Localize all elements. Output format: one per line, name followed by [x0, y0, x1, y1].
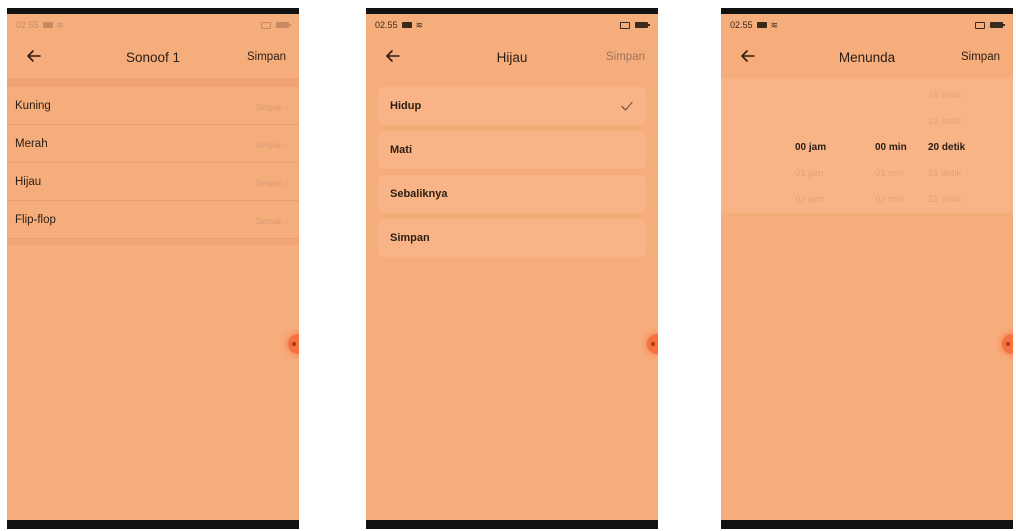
option-list: Hidup Mati Sebaliknya Simpan — [378, 87, 646, 263]
save-button[interactable]: Simpan — [247, 51, 286, 63]
row-value: Simpan — [255, 216, 283, 226]
chevron-right-icon: › — [285, 177, 288, 188]
option-simpan[interactable]: Simpan — [378, 219, 646, 257]
picker-item[interactable]: 01 jam — [795, 168, 824, 179]
list-footer-divider — [7, 239, 299, 245]
status-bar: 02.55 ≋ — [7, 14, 299, 36]
status-time: 02.55 — [16, 20, 39, 30]
picker-item[interactable]: 18 detik — [928, 90, 961, 101]
row-label: Merah — [15, 137, 48, 150]
battery-icon — [635, 22, 650, 28]
screen-sonoff-channels: 02.55 ≋ Sonoof 1 Simpan Kuning Simpan › M… — [7, 8, 299, 529]
cast-icon — [975, 21, 985, 29]
list-item-kuning[interactable]: Kuning Simpan › — [7, 87, 299, 125]
row-value: Simpan — [255, 140, 283, 150]
header: Sonoof 1 Simpan — [7, 36, 299, 78]
arrow-left-icon[interactable] — [383, 46, 403, 66]
row-label: Hijau — [15, 175, 42, 188]
option-label: Simpan — [390, 232, 430, 244]
option-sebaliknya[interactable]: Sebaliknya — [378, 175, 646, 213]
option-label: Mati — [390, 144, 412, 156]
header: Menunda Simpan — [721, 36, 1013, 78]
time-picker: 00 jam 01 jam 02 jam 00 min 01 min 02 mi… — [721, 78, 1013, 213]
battery-icon — [276, 22, 291, 28]
chevron-right-icon: › — [285, 139, 288, 150]
picker-item-selected[interactable]: 20 detik — [928, 142, 965, 153]
floating-action-button[interactable] — [1002, 334, 1013, 354]
cast-icon — [620, 21, 630, 29]
row-label: Flip-flop — [15, 213, 56, 226]
camera-status-icon — [756, 22, 767, 28]
minutes-picker[interactable]: 00 min 01 min 02 min — [875, 78, 931, 213]
channel-list: Kuning Simpan › Merah Simpan › Hijau Simpa… — [7, 87, 299, 239]
picker-item[interactable]: 22 detik — [928, 194, 961, 205]
option-mati[interactable]: Mati — [378, 131, 646, 169]
status-time: 02.55 — [730, 20, 753, 30]
save-button[interactable]: Simpan — [606, 51, 645, 63]
chevron-right-icon: › — [285, 215, 288, 226]
list-item-merah[interactable]: Merah Simpan › — [7, 125, 299, 163]
picker-item-selected[interactable]: 00 jam — [795, 142, 826, 153]
picker-item-selected[interactable]: 00 min — [875, 142, 907, 153]
arrow-left-icon[interactable] — [24, 46, 44, 66]
picker-item[interactable]: 01 min — [875, 168, 904, 179]
row-value: Simpan — [255, 102, 283, 112]
status-bar: 02.55 ≋ — [366, 14, 658, 36]
screen-hijau-options: 02.55 ≋ Hijau Simpan Hidup Mati Sebalikn… — [366, 8, 658, 529]
seconds-picker[interactable]: 18 detik 19 detik 20 detik 21 detik 22 d… — [928, 78, 994, 213]
wifi-icon: ≋ — [770, 19, 779, 30]
status-bar: 02.55 ≋ — [721, 14, 1013, 36]
cast-icon — [261, 21, 271, 29]
wifi-icon: ≋ — [415, 19, 424, 30]
check-icon — [621, 101, 633, 111]
option-label: Sebaliknya — [390, 188, 448, 200]
list-item-flip-flop[interactable]: Flip-flop Simpan › — [7, 201, 299, 239]
screen-menunda-delay: 02.55 ≋ Menunda Simpan 00 jam 01 jam 02 … — [721, 8, 1013, 529]
picker-item[interactable]: 02 min — [875, 194, 904, 205]
camera-status-icon — [401, 22, 412, 28]
option-label: Hidup — [390, 100, 422, 112]
hours-picker[interactable]: 00 jam 01 jam 02 jam — [795, 78, 855, 213]
battery-icon — [990, 22, 1005, 28]
option-hidup[interactable]: Hidup — [378, 87, 646, 125]
picker-item[interactable]: 02 jam — [795, 194, 824, 205]
row-label: Kuning — [15, 99, 51, 112]
picker-item[interactable]: 19 detik — [928, 116, 961, 127]
camera-status-icon — [42, 22, 53, 28]
arrow-left-icon[interactable] — [738, 46, 758, 66]
list-item-hijau[interactable]: Hijau Simpan › — [7, 163, 299, 201]
floating-action-button[interactable] — [647, 334, 658, 354]
header: Hijau Simpan — [366, 36, 658, 78]
wifi-icon: ≋ — [56, 19, 65, 30]
row-value: Simpan — [255, 178, 283, 188]
status-time: 02.55 — [375, 20, 398, 30]
floating-action-button[interactable] — [288, 334, 299, 354]
section-divider — [7, 78, 299, 87]
chevron-right-icon: › — [285, 101, 288, 112]
save-button[interactable]: Simpan — [961, 51, 1000, 63]
picker-item[interactable]: 21 detik — [928, 168, 961, 179]
